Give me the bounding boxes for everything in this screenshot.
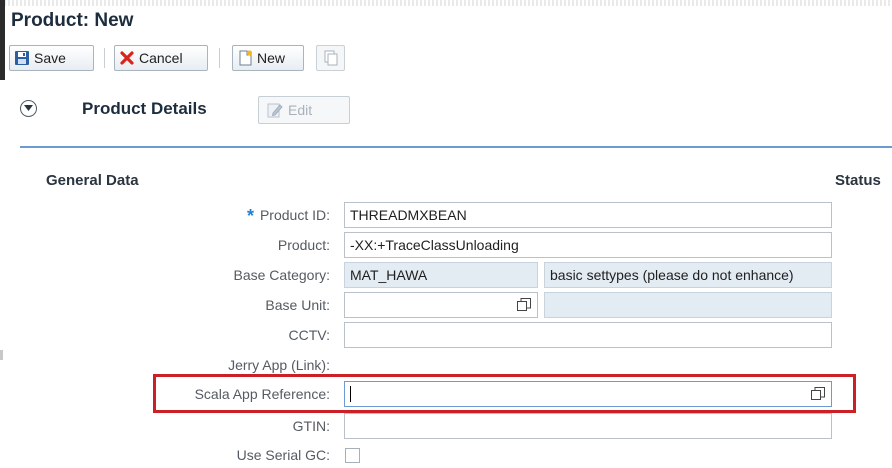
cancel-label: Cancel [139, 50, 183, 66]
left-edge-mark [0, 350, 3, 360]
required-marker: * [246, 206, 254, 226]
new-label: New [257, 50, 286, 66]
gtin-label: GTIN: [292, 418, 330, 434]
chevron-down-icon [24, 105, 33, 111]
base-unit-label: Base Unit: [265, 297, 330, 313]
cctv-label: CCTV: [288, 327, 330, 343]
use-serial-gc-label: Use Serial GC: [236, 447, 330, 463]
section-divider [20, 146, 892, 148]
floppy-disk-icon [14, 50, 30, 66]
base-unit-description [544, 292, 832, 318]
cancel-button[interactable]: Cancel [114, 45, 208, 71]
edit-button[interactable]: Edit [258, 96, 350, 124]
new-button[interactable]: New [232, 45, 304, 71]
product-details-header: Product Details Edit [20, 92, 892, 126]
product-id-row: * Product ID: THREADMXBEAN [0, 202, 892, 228]
base-category-description: basic settypes (please do not enhance) [544, 262, 832, 288]
section-title: Product Details [82, 99, 207, 118]
product-label: Product: [277, 237, 330, 253]
product-input[interactable]: -XX:+TraceClassUnloading [344, 232, 832, 258]
highlight-box [153, 374, 856, 413]
save-label: Save [34, 50, 66, 66]
toolbar-separator [219, 48, 220, 68]
gtin-input[interactable] [344, 413, 832, 439]
copy-document-icon [323, 50, 339, 66]
product-row: Product: -XX:+TraceClassUnloading [0, 232, 892, 258]
red-x-icon [119, 50, 135, 66]
product-id-label: * Product ID: [246, 206, 330, 226]
use-serial-gc-row: Use Serial GC: [0, 442, 892, 468]
cctv-row: CCTV: [0, 322, 892, 348]
cctv-input[interactable] [344, 322, 832, 348]
gtin-row: GTIN: [0, 413, 892, 439]
copy-button[interactable] [316, 45, 345, 71]
top-decoration [0, 0, 892, 6]
collapse-toggle[interactable] [20, 100, 37, 117]
base-category-row: Base Category: MAT_HAWA basic settypes (… [0, 262, 892, 288]
pencil-icon [267, 102, 285, 118]
base-category-label: Base Category: [233, 267, 331, 283]
general-data-title: General Data [46, 172, 139, 189]
new-document-icon [237, 50, 253, 66]
base-unit-row: Base Unit: [0, 292, 892, 318]
save-button[interactable]: Save [9, 45, 94, 71]
base-category-input: MAT_HAWA [344, 262, 538, 288]
base-unit-input[interactable] [344, 292, 538, 318]
page-title: Product: New [11, 10, 134, 31]
toolbar: Save Cancel New [0, 44, 892, 72]
product-id-input[interactable]: THREADMXBEAN [344, 202, 832, 228]
toolbar-separator [104, 48, 105, 68]
value-help-icon[interactable] [517, 298, 531, 312]
status-title: Status [835, 172, 881, 189]
edit-label: Edit [288, 102, 313, 118]
